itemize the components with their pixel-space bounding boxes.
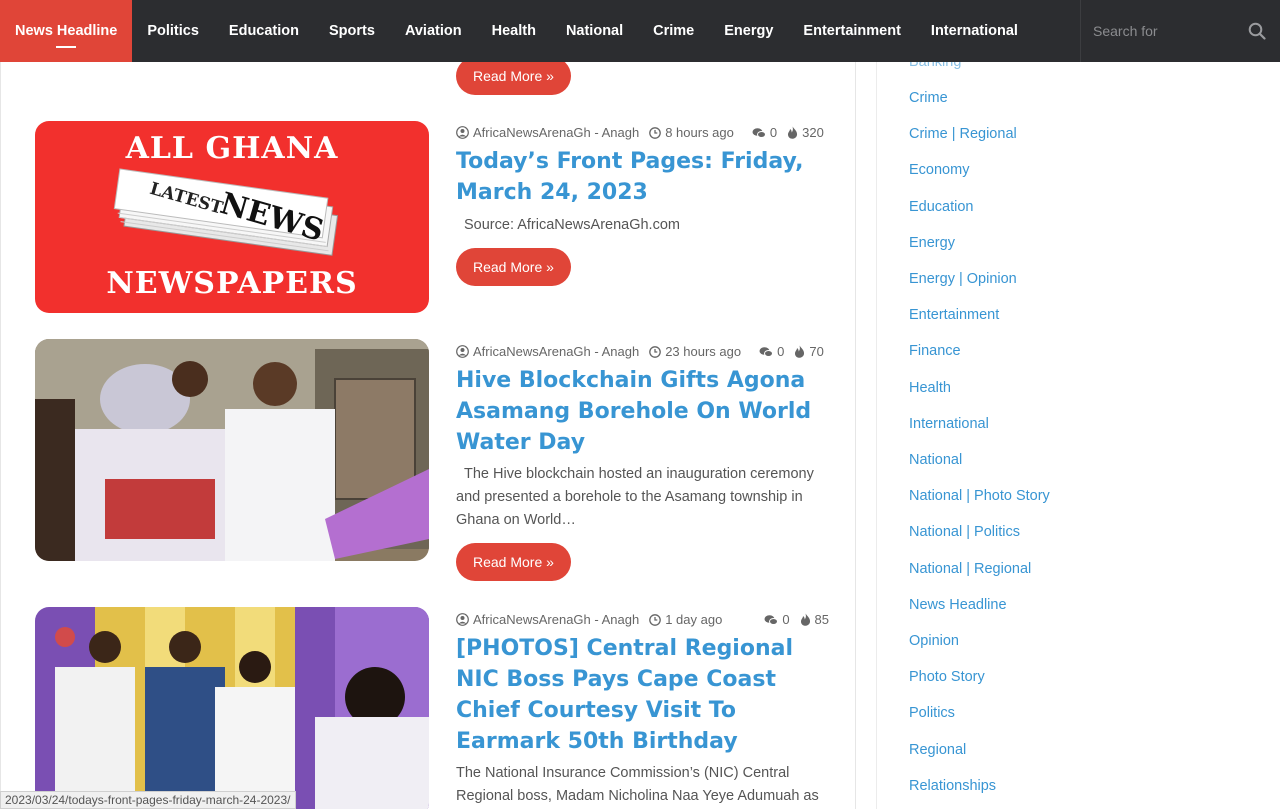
post-thumbnail[interactable]: [35, 339, 429, 561]
clock-icon: [649, 345, 662, 358]
nav-item-health[interactable]: Health: [477, 0, 551, 62]
post-views-count: 85: [814, 612, 830, 627]
category-link-economy[interactable]: Economy: [909, 162, 969, 178]
post-title[interactable]: [PHOTOS] Central Regional NIC Boss Pays …: [456, 633, 826, 757]
clock-icon: [649, 126, 662, 139]
comments-icon: [752, 127, 766, 138]
post-meta: AfricaNewsArenaGh - Anagh 23 hours ago 0…: [456, 344, 824, 359]
nav-item-education[interactable]: Education: [214, 0, 314, 62]
category-link-opinion[interactable]: Opinion: [909, 633, 959, 649]
post-author[interactable]: AfricaNewsArenaGh - Anagh: [473, 344, 639, 359]
post-excerpt: Source: AfricaNewsArenaGh.com: [464, 217, 680, 233]
post-views-count: 320: [802, 125, 824, 140]
category-link-crime-regional[interactable]: Crime | Regional: [909, 126, 1017, 142]
main-navigation: News Headline Politics Education Sports Avia…: [0, 0, 1280, 62]
thumbnail-caption-top: ALL GHANA: [125, 131, 339, 166]
flame-icon: [800, 613, 810, 626]
category-link-news-headline[interactable]: News Headline: [909, 597, 1007, 613]
post-time: 8 hours ago: [665, 125, 734, 140]
nav-menu: News Headline Politics Education Sports Avia…: [0, 0, 1033, 62]
user-icon: [456, 345, 469, 358]
nav-item-sports[interactable]: Sports: [314, 0, 390, 62]
nav-search: [1080, 0, 1280, 62]
category-link-relationships[interactable]: Relationships: [909, 778, 996, 794]
post-meta: AfricaNewsArenaGh - Anagh 8 hours ago 0 …: [456, 125, 824, 140]
nav-item-international[interactable]: International: [916, 0, 1033, 62]
read-more-button[interactable]: Read More »: [456, 248, 571, 286]
category-link-photo-story[interactable]: Photo Story: [909, 669, 985, 685]
comments-icon: [759, 346, 774, 357]
post-meta: AfricaNewsArenaGh - Anagh 1 day ago 0 85: [456, 612, 829, 627]
newspaper-stack-icon: LATEST NEWS: [113, 168, 339, 256]
category-link-national-photo-story[interactable]: National | Photo Story: [909, 488, 1050, 504]
courtesy-visit-photo: [35, 607, 429, 809]
nav-item-national[interactable]: National: [551, 0, 638, 62]
post-title[interactable]: Today’s Front Pages: Friday, March 24, 2…: [456, 146, 826, 208]
category-link-health[interactable]: Health: [909, 380, 951, 396]
category-link-entertainment[interactable]: Entertainment: [909, 307, 999, 323]
post-time: 23 hours ago: [665, 344, 742, 359]
nav-item-crime[interactable]: Crime: [638, 0, 709, 62]
category-link-national[interactable]: National: [909, 452, 962, 468]
post-comments-count[interactable]: 0: [777, 344, 784, 359]
nav-item-news-headline[interactable]: News Headline: [0, 0, 133, 62]
category-link-national-politics[interactable]: National | Politics: [909, 524, 1020, 540]
read-more-button[interactable]: Read More »: [456, 57, 571, 95]
post-author[interactable]: AfricaNewsArenaGh - Anagh: [473, 125, 639, 140]
post-comments-count[interactable]: 0: [782, 612, 789, 627]
category-link-national-regional[interactable]: National | Regional: [909, 561, 1031, 577]
user-icon: [456, 613, 469, 626]
thumbnail-caption-bottom: NEWSPAPERS: [106, 266, 358, 301]
nav-item-politics[interactable]: Politics: [132, 0, 214, 62]
read-more-button[interactable]: Read More »: [456, 543, 571, 581]
category-link-politics[interactable]: Politics: [909, 705, 955, 721]
flame-icon: [795, 345, 805, 358]
post-excerpt: The Hive blockchain hosted an inaugurati…: [456, 466, 814, 528]
main-content: Read More » ALL GHANA LATEST NEWS NEWSPA…: [0, 0, 856, 809]
nav-item-aviation[interactable]: Aviation: [390, 0, 477, 62]
ceremony-photo: [35, 339, 429, 561]
post-time: 1 day ago: [665, 612, 723, 627]
search-input[interactable]: [1093, 23, 1243, 39]
post-author[interactable]: AfricaNewsArenaGh - Anagh: [473, 612, 639, 627]
category-link-energy[interactable]: Energy: [909, 235, 955, 251]
post-thumbnail[interactable]: ALL GHANA LATEST NEWS NEWSPAPERS: [35, 121, 429, 313]
categories-sidebar: Banking Crime Crime | Regional Economy Educ…: [876, 0, 1256, 809]
category-link-international[interactable]: International: [909, 416, 989, 432]
category-link-energy-opinion[interactable]: Energy | Opinion: [909, 271, 1017, 287]
search-icon[interactable]: [1248, 22, 1266, 40]
browser-status-url: 2023/03/24/todays-front-pages-friday-mar…: [0, 791, 296, 809]
post-thumbnail[interactable]: [35, 607, 429, 809]
category-link-finance[interactable]: Finance: [909, 343, 961, 359]
comments-icon: [764, 614, 779, 625]
category-link-regional[interactable]: Regional: [909, 742, 966, 758]
user-icon: [456, 126, 469, 139]
category-link-crime[interactable]: Crime: [909, 90, 948, 106]
post-views-count: 70: [809, 344, 824, 359]
post-excerpt: The National Insurance Commission’s (NIC…: [456, 765, 819, 804]
category-link-education[interactable]: Education: [909, 199, 974, 215]
post-comments-count[interactable]: 0: [770, 125, 777, 140]
post-title[interactable]: Hive Blockchain Gifts Agona Asamang Bore…: [456, 365, 826, 458]
clock-icon: [649, 613, 662, 626]
flame-icon: [788, 126, 798, 139]
nav-item-entertainment[interactable]: Entertainment: [788, 0, 916, 62]
nav-item-energy[interactable]: Energy: [709, 0, 788, 62]
